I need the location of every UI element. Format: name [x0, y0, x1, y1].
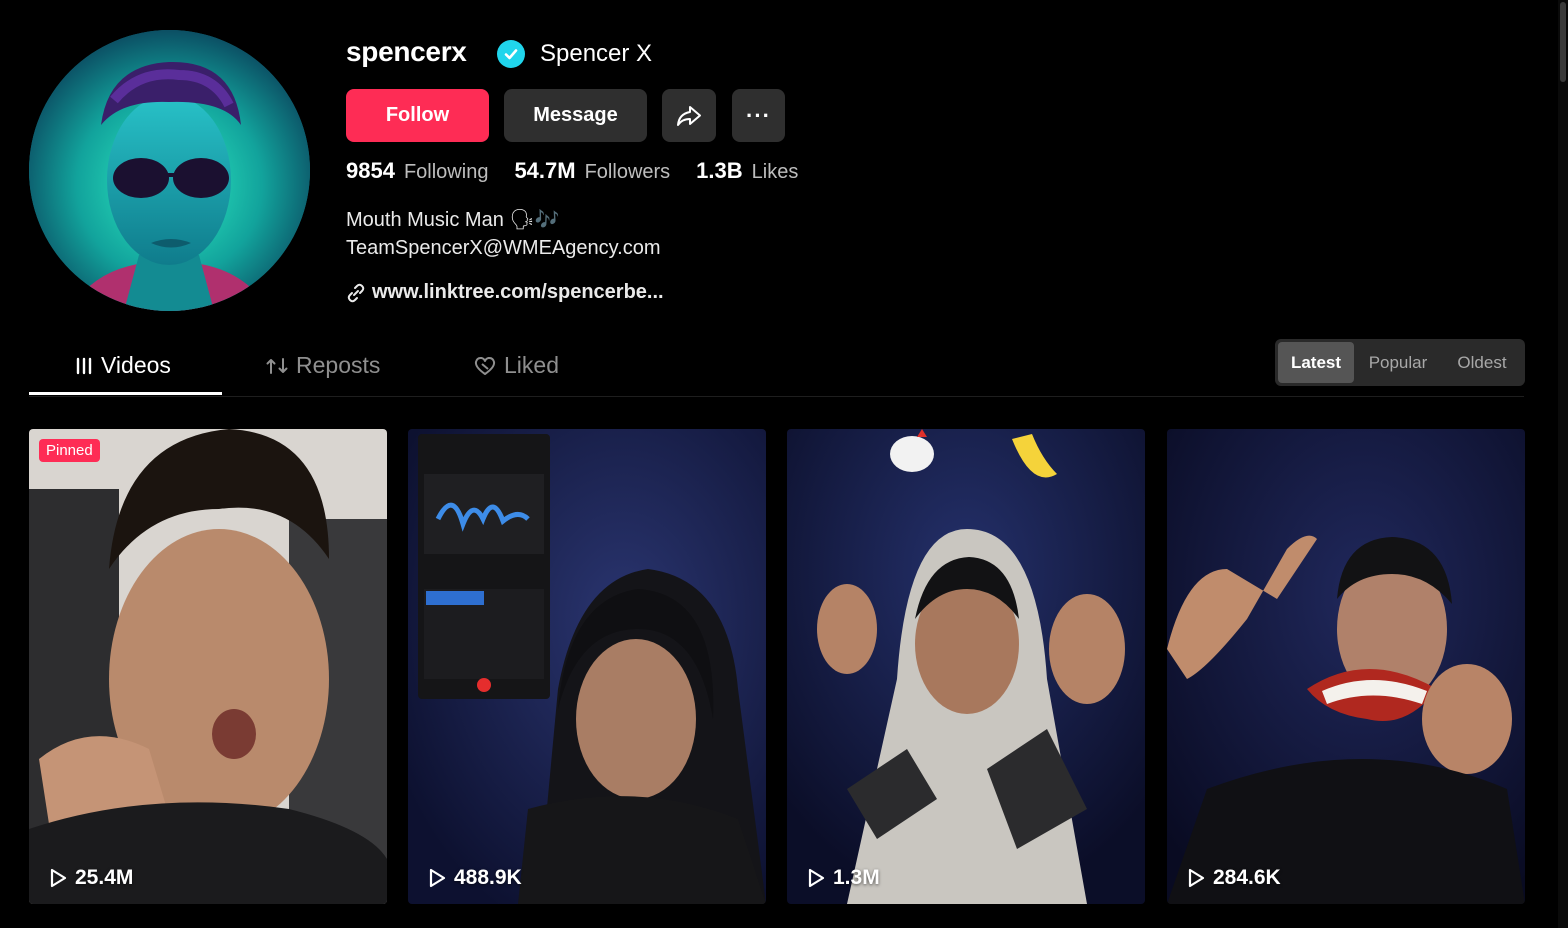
bio-line-2: TeamSpencerX@WMEAgency.com [346, 237, 661, 259]
followers-count[interactable]: 54.7M [514, 158, 575, 184]
share-icon [677, 105, 701, 126]
play-icon [50, 868, 67, 888]
tab-divider [29, 396, 1524, 397]
following-count[interactable]: 9854 [346, 158, 395, 184]
link-icon [347, 283, 365, 302]
avatar[interactable] [29, 30, 310, 311]
heart-icon [474, 356, 496, 375]
scrollbar[interactable] [1558, 0, 1568, 928]
follow-button[interactable]: Follow [346, 89, 489, 142]
video-card[interactable]: Pinned 25.4M [29, 429, 387, 904]
view-count: 25.4M [49, 866, 133, 890]
scrollbar-thumb[interactable] [1560, 2, 1566, 82]
repost-icon [266, 357, 288, 374]
tab-reposts-label: Reposts [296, 352, 381, 378]
tab-videos[interactable]: Videos [75, 352, 171, 379]
view-count-value: 284.6K [1213, 866, 1281, 889]
grid-icon [76, 357, 92, 374]
profile-link[interactable]: www.linktree.com/spencerbe... [346, 281, 664, 304]
bio-line-1: Mouth Music Man 🗣🎶 [346, 209, 560, 231]
tab-videos-label: Videos [101, 352, 171, 378]
profile-link-text[interactable]: www.linktree.com/spencerbe... [372, 281, 664, 304]
username: spencerx [346, 36, 467, 67]
followers-label[interactable]: Followers [585, 161, 671, 184]
tab-liked[interactable]: Liked [474, 352, 559, 379]
view-count-value: 25.4M [75, 866, 134, 889]
sort-latest[interactable]: Latest [1278, 342, 1354, 383]
bio: Mouth Music Man 🗣🎶 TeamSpencerX@WMEAgenc… [346, 206, 660, 262]
view-count: 488.9K [428, 866, 522, 890]
video-card[interactable]: 1.3M [787, 429, 1145, 904]
sort-control: Latest Popular Oldest [1275, 339, 1525, 386]
video-card[interactable]: 488.9K [408, 429, 766, 904]
play-icon [808, 868, 825, 888]
verified-badge-icon [497, 40, 525, 68]
sort-popular[interactable]: Popular [1354, 342, 1442, 383]
share-button[interactable] [662, 89, 716, 142]
view-count: 284.6K [1187, 866, 1281, 890]
active-tab-indicator [29, 392, 222, 395]
tab-reposts[interactable]: Reposts [266, 352, 380, 379]
play-icon [429, 868, 446, 888]
more-options-button[interactable]: ··· [732, 89, 785, 142]
likes-count: 1.3B [696, 158, 743, 183]
profile-stats: 9854 Following 54.7M Followers 1.3B Like… [346, 158, 824, 184]
tab-liked-label: Liked [504, 352, 559, 378]
view-count-value: 1.3M [833, 866, 880, 889]
view-count-value: 488.9K [454, 866, 522, 889]
following-label[interactable]: Following [404, 161, 488, 184]
video-card[interactable]: 284.6K [1167, 429, 1525, 904]
message-button[interactable]: Message [504, 89, 647, 142]
nickname: Spencer X [540, 40, 653, 67]
likes-label: Likes [751, 161, 799, 183]
profile-page: spencerx Spencer X Follow Message ··· 98… [0, 0, 1568, 928]
sort-oldest[interactable]: Oldest [1442, 342, 1522, 383]
pinned-badge: Pinned [39, 439, 100, 462]
play-icon [1188, 868, 1205, 888]
view-count: 1.3M [807, 866, 880, 890]
